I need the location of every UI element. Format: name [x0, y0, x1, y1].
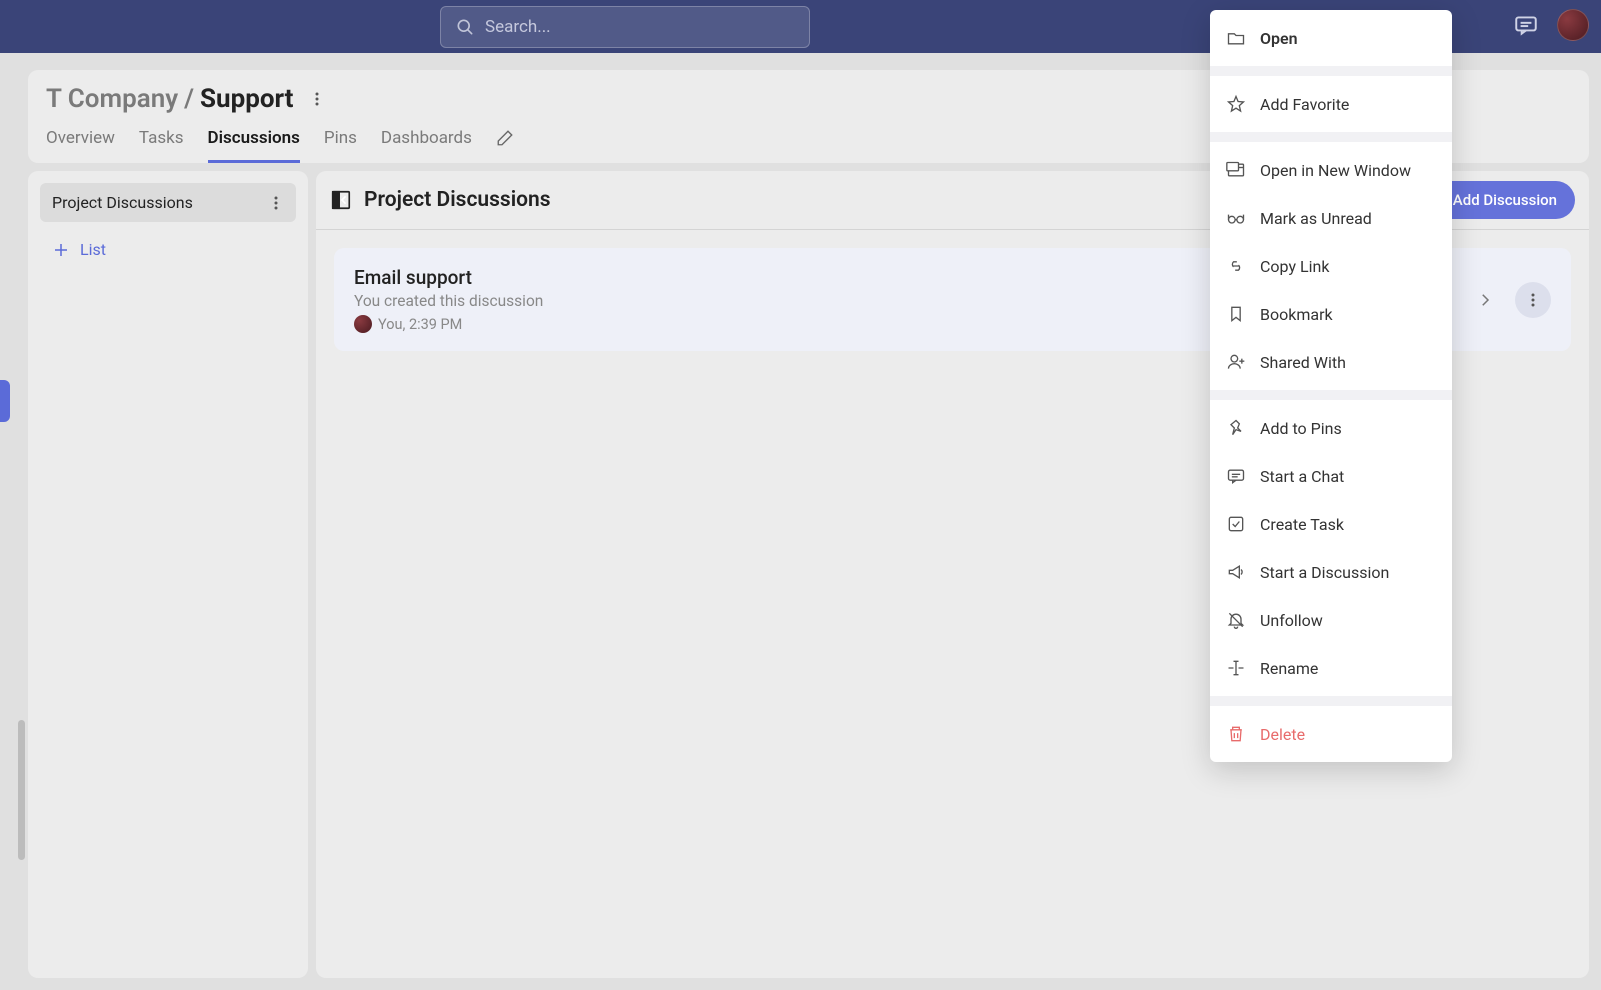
discussion-title: Email support [354, 266, 543, 289]
menu-item-label: Add to Pins [1260, 419, 1342, 438]
breadcrumb-parent[interactable]: T Company [46, 84, 178, 114]
menu-item-add_pins[interactable]: Add to Pins [1210, 404, 1452, 452]
menu-item-unread[interactable]: Mark as Unread [1210, 194, 1452, 242]
search-icon [455, 17, 475, 37]
menu-item-label: Unfollow [1260, 611, 1323, 630]
star-icon [1226, 94, 1246, 114]
tab-dashboards[interactable]: Dashboards [381, 128, 472, 163]
chat-icon [1226, 466, 1246, 486]
megaphone-icon [1226, 562, 1246, 582]
glasses-icon [1226, 208, 1246, 228]
left-rail-indicator [0, 380, 10, 422]
pencil-icon [496, 129, 514, 147]
open-discussion-button[interactable] [1467, 282, 1503, 318]
topbar-right [1513, 4, 1589, 46]
menu-item-label: Open in New Window [1260, 161, 1411, 180]
discussion-actions [1467, 282, 1551, 318]
chevron-right-icon [1476, 291, 1494, 309]
menu-item-label: Open [1260, 29, 1298, 48]
menu-item-label: Add Favorite [1260, 95, 1349, 114]
user-plus-icon [1226, 352, 1246, 372]
tab-discussions[interactable]: Discussions [208, 128, 300, 163]
rename-icon [1226, 658, 1246, 678]
menu-item-favorite[interactable]: Add Favorite [1210, 80, 1452, 128]
side-panel: Project Discussions List [28, 171, 308, 978]
discussion-more-button[interactable] [1515, 282, 1551, 318]
menu-item-label: Rename [1260, 659, 1318, 678]
user-avatar[interactable] [1557, 9, 1589, 41]
menu-item-open[interactable]: Open [1210, 14, 1452, 62]
menu-item-label: Shared With [1260, 353, 1346, 372]
bookmark-icon [1226, 304, 1246, 324]
menu-separator [1210, 132, 1452, 142]
menu-item-label: Bookmark [1260, 305, 1333, 324]
menu-item-unfollow[interactable]: Unfollow [1210, 596, 1452, 644]
more-vertical-icon[interactable] [268, 195, 284, 211]
breadcrumb-more-button[interactable] [303, 85, 331, 113]
menu-separator [1210, 696, 1452, 706]
menu-separator [1210, 66, 1452, 76]
sidebar-item-label: Project Discussions [52, 193, 193, 212]
more-vertical-icon [309, 91, 325, 107]
discussion-meta-text: You, 2:39 PM [378, 316, 462, 333]
menu-item-start_discussion[interactable]: Start a Discussion [1210, 548, 1452, 596]
author-avatar [354, 315, 372, 333]
menu-item-shared_with[interactable]: Shared With [1210, 338, 1452, 386]
discussion-info: Email support You created this discussio… [354, 266, 543, 333]
menu-item-rename[interactable]: Rename [1210, 644, 1452, 692]
menu-item-create_task[interactable]: Create Task [1210, 500, 1452, 548]
collapse-panel-icon[interactable] [330, 189, 352, 211]
menu-item-label: Delete [1260, 725, 1305, 744]
sidebar-item-project-discussions[interactable]: Project Discussions [40, 183, 296, 222]
bell-off-icon [1226, 610, 1246, 630]
tab-pins[interactable]: Pins [324, 128, 357, 163]
search-input[interactable] [485, 17, 795, 37]
pin-icon [1226, 418, 1246, 438]
more-vertical-icon [1525, 292, 1541, 308]
context-menu: Open Add Favorite Open in New Window Mark a… [1210, 10, 1452, 762]
menu-item-label: Create Task [1260, 515, 1344, 534]
menu-item-bookmark[interactable]: Bookmark [1210, 290, 1452, 338]
task-icon [1226, 514, 1246, 534]
tab-overview[interactable]: Overview [46, 128, 115, 163]
tab-tasks[interactable]: Tasks [139, 128, 184, 163]
breadcrumb-separator: / [184, 84, 194, 114]
menu-separator [1210, 390, 1452, 400]
left-scrollbar[interactable] [18, 720, 25, 860]
link-icon [1226, 256, 1246, 276]
trash-icon [1226, 724, 1246, 744]
chat-topbar-icon[interactable] [1513, 12, 1539, 38]
menu-item-new_window[interactable]: Open in New Window [1210, 146, 1452, 194]
main-title: Project Discussions [364, 188, 551, 212]
menu-item-label: Copy Link [1260, 257, 1329, 276]
discussion-subtitle: You created this discussion [354, 292, 543, 310]
add-list-label: List [80, 240, 106, 259]
breadcrumb-current[interactable]: Support [200, 84, 293, 114]
edit-tabs-button[interactable] [496, 129, 514, 163]
menu-item-start_chat[interactable]: Start a Chat [1210, 452, 1452, 500]
menu-item-delete[interactable]: Delete [1210, 710, 1452, 758]
plus-icon [52, 241, 70, 259]
menu-item-label: Start a Discussion [1260, 563, 1389, 582]
window-icon [1226, 160, 1246, 180]
menu-item-label: Start a Chat [1260, 467, 1344, 486]
folder-open-icon [1226, 28, 1246, 48]
search-box[interactable] [440, 6, 810, 48]
menu-item-label: Mark as Unread [1260, 209, 1372, 228]
discussion-meta: You, 2:39 PM [354, 315, 543, 333]
menu-item-copy_link[interactable]: Copy Link [1210, 242, 1452, 290]
add-list-button[interactable]: List [40, 228, 296, 271]
